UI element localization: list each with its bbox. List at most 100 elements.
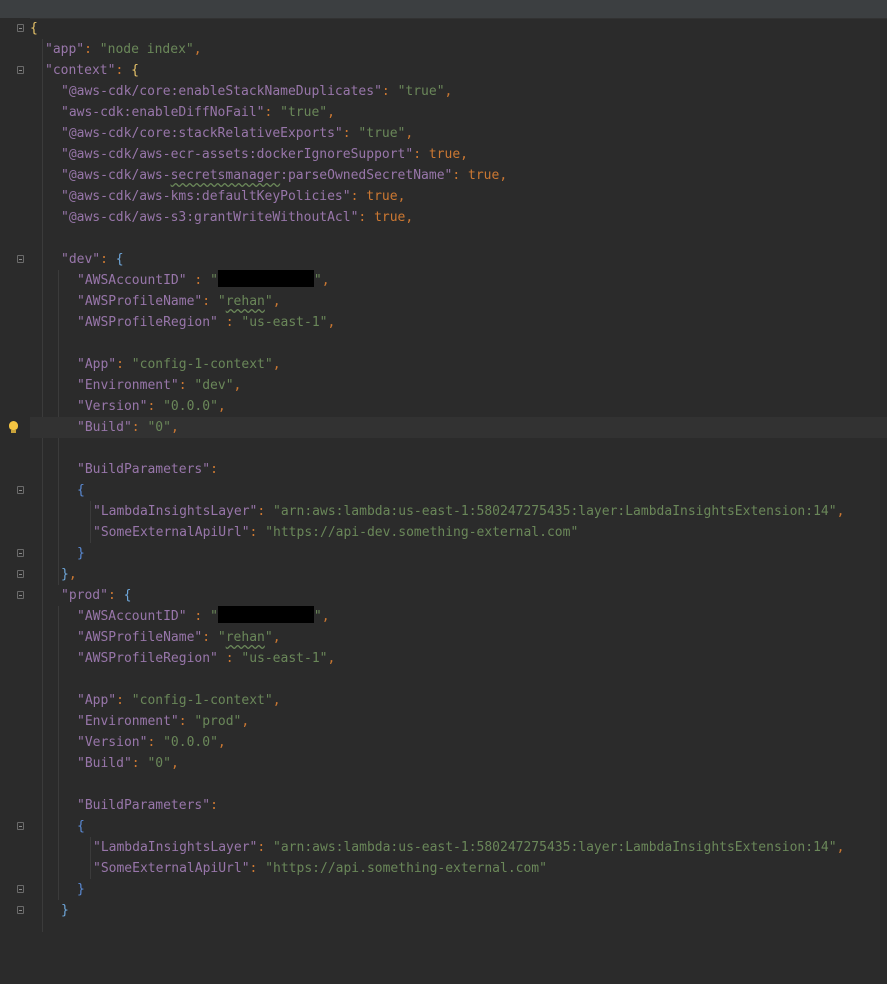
code-line: "LambdaInsightsLayer": "arn:aws:lambda:u… [93, 840, 845, 855]
json-key: "prod" [61, 588, 108, 603]
code-line: "AWSProfileRegion" : "us-east-1", [77, 651, 336, 666]
code-line: "BuildParameters": [77, 462, 218, 477]
code-line: "Environment": "dev", [77, 378, 242, 393]
fold-icon[interactable] [17, 24, 24, 32]
json-keyword: true [468, 168, 500, 183]
json-string: "arn:aws:lambda:us-east-1:580247275435:l… [273, 840, 837, 855]
fold-icon[interactable] [17, 591, 24, 599]
fold-icon[interactable] [17, 486, 24, 494]
json-key: "App" [77, 357, 117, 372]
code-line: "@aws-cdk/core:stackRelativeExports": "t… [61, 126, 414, 141]
fold-icon[interactable] [17, 906, 24, 914]
json-key: "aws-cdk:enableDiffNoFail" [61, 105, 265, 120]
code-line: "app": "node index", [45, 42, 202, 57]
redacted-block [217, 270, 314, 287]
json-keyword: true [374, 210, 406, 225]
code-line: "Build": "0", [77, 756, 179, 771]
fold-icon[interactable] [17, 570, 24, 578]
code-line: "Environment": "prod", [77, 714, 250, 729]
json-key: "App" [77, 693, 117, 708]
json-string: "https://api.something-external.com" [265, 861, 547, 876]
current-line[interactable]: "Build": "0", [9, 417, 887, 438]
fold-icon[interactable] [17, 66, 24, 74]
json-key: "Version" [77, 399, 148, 414]
code-line: }, [17, 564, 887, 585]
json-key: "SomeExternalApiUrl" [93, 861, 250, 876]
code-line: "AWSProfileName": "rehan", [77, 294, 281, 309]
json-string: "node index" [99, 42, 194, 57]
json-key: "BuildParameters" [77, 462, 211, 477]
code-line: "prod": { [17, 585, 887, 606]
json-keyword: true [366, 189, 398, 204]
json-key: "@aws-cdk/aws-kms:defaultKeyPolicies" [61, 189, 351, 204]
code-line: "@aws-cdk/aws-s3:grantWriteWithoutAcl": … [61, 210, 414, 225]
fold-icon[interactable] [17, 255, 24, 263]
code-line: "AWSAccountID" : " ", [30, 270, 887, 291]
code-line: "Version": "0.0.0", [77, 399, 226, 414]
json-key: "context" [45, 63, 116, 78]
spellcheck-underline: rehan [225, 294, 265, 309]
json-key: "app" [45, 42, 85, 57]
spellcheck-underline: rehan [225, 630, 265, 645]
code-line: "App": "config-1-context", [77, 693, 281, 708]
json-string: "https://api-dev.something-external.com" [265, 525, 579, 540]
line-gutter[interactable] [0, 18, 30, 932]
json-key: "AWSAccountID" [77, 609, 187, 624]
code-line: "SomeExternalApiUrl": "https://api.somet… [93, 861, 547, 876]
json-string: "0" [147, 756, 171, 771]
code-line: "AWSProfileName": "rehan", [77, 630, 281, 645]
code-line: "@aws-cdk/core:enableStackNameDuplicates… [61, 84, 453, 99]
json-key: "SomeExternalApiUrl" [93, 525, 250, 540]
json-string: "true" [397, 84, 445, 99]
json-string: "rehan" [217, 294, 273, 309]
json-key: "@aws-cdk/core:enableStackNameDuplicates… [61, 84, 382, 99]
json-string: "us-east-1" [241, 315, 328, 330]
json-string: "config-1-context" [131, 357, 273, 372]
code-line: "AWSAccountID" : " ", [30, 606, 887, 627]
code-line: "LambdaInsightsLayer": "arn:aws:lambda:u… [93, 504, 845, 519]
json-string: "arn:aws:lambda:us-east-1:580247275435:l… [273, 504, 837, 519]
lightbulb-icon[interactable] [9, 421, 18, 433]
code-line: { [17, 18, 887, 39]
code-line: "aws-cdk:enableDiffNoFail": "true", [61, 105, 335, 120]
spellcheck-underline: secretsmanager [170, 168, 281, 183]
json-string: "us-east-1" [241, 651, 328, 666]
code-line: "SomeExternalApiUrl": "https://api-dev.s… [93, 525, 579, 540]
redacted-block [217, 606, 314, 623]
json-string: "rehan" [217, 630, 273, 645]
code-line: } [17, 879, 887, 900]
json-key: "@aws-cdk/aws-secretsmanager:parseOwnedS… [61, 168, 453, 183]
code-line: "@aws-cdk/aws-kms:defaultKeyPolicies": t… [61, 189, 406, 204]
fold-icon[interactable] [17, 822, 24, 830]
json-key: "LambdaInsightsLayer" [93, 504, 258, 519]
code-line: "@aws-cdk/aws-secretsmanager:parseOwnedS… [61, 168, 508, 183]
code-line: } [17, 900, 887, 921]
json-string: "dev" [194, 378, 234, 393]
code-line: "BuildParameters": [77, 798, 218, 813]
code-editor[interactable]: { "app": "node index", "context": { "@aw… [0, 0, 887, 932]
json-string: "config-1-context" [131, 693, 273, 708]
json-key: "AWSProfileName" [77, 630, 203, 645]
code-line: { [17, 816, 887, 837]
json-key: "@aws-cdk/core:stackRelativeExports" [61, 126, 343, 141]
json-key: "Environment" [77, 378, 179, 393]
code-area[interactable]: { "app": "node index", "context": { "@aw… [9, 18, 887, 932]
json-key: "AWSAccountID" [77, 273, 187, 288]
json-key: "@aws-cdk/aws-ecr-assets:dockerIgnoreSup… [61, 147, 414, 162]
fold-icon[interactable] [17, 885, 24, 893]
code-line: "dev": { [17, 249, 887, 270]
json-keyword: true [428, 147, 461, 162]
json-key: "AWSProfileRegion" [77, 651, 218, 666]
code-line: } [17, 543, 887, 564]
json-string: "0.0.0" [163, 735, 218, 750]
editor-top-strip [0, 0, 887, 19]
json-key: "Build" [77, 756, 132, 771]
json-string: "true" [280, 105, 328, 120]
json-key: "Version" [77, 735, 148, 750]
fold-icon[interactable] [17, 549, 24, 557]
